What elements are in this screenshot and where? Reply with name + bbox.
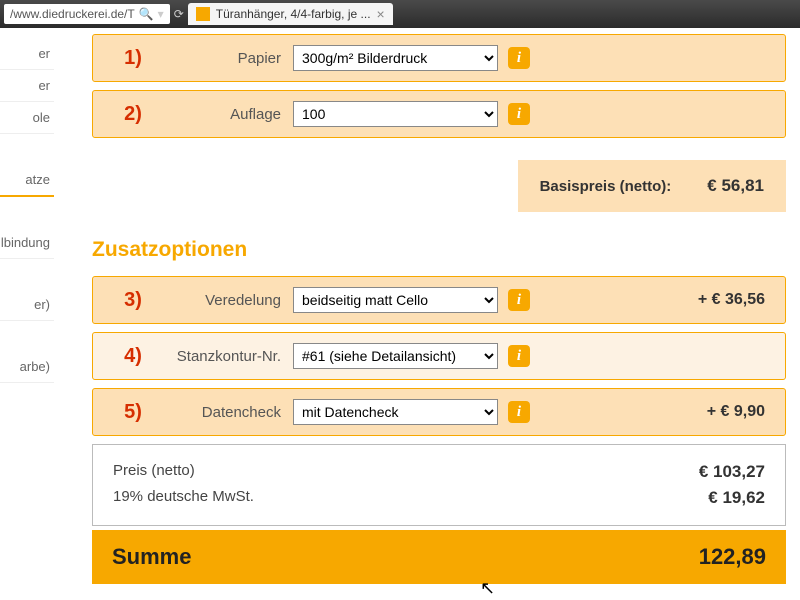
section-title-extras: Zusatzoptionen [92, 238, 786, 262]
datacheck-select[interactable]: mit Datencheck [293, 399, 498, 425]
sidebar: er er ole atze lbindung er) arbe) [0, 28, 54, 600]
sidebar-item[interactable]: lbindung [0, 227, 54, 259]
browser-chrome: /www.diedruckerei.de/T 🔍 ▾ ⟳ Türanhänger… [0, 0, 800, 28]
viewport: er er ole atze lbindung er) arbe) 1) Pap… [0, 28, 800, 600]
base-price-label: Basispreis (netto): [540, 178, 672, 195]
total-value: 122,89 [699, 544, 766, 570]
config-row-diecut: 4) Stanzkontur-Nr. #61 (siehe Detailansi… [92, 332, 786, 380]
info-icon[interactable]: i [508, 47, 530, 69]
total-bar: Summe 122,89 [92, 530, 786, 584]
url-text: /www.diedruckerei.de/T [10, 7, 135, 21]
step-number: 4) [93, 345, 173, 368]
finishing-select[interactable]: beidseitig matt Cello [293, 287, 498, 313]
price-summary: Preis (netto) € 103,27 19% deutsche MwSt… [92, 444, 786, 526]
sidebar-item[interactable]: er [0, 38, 54, 70]
option-price: + € 9,90 [707, 403, 773, 421]
step-number: 3) [93, 289, 173, 312]
base-price-box: Basispreis (netto): € 56,81 [518, 160, 786, 212]
favicon-icon [196, 7, 210, 21]
base-price-value: € 56,81 [707, 176, 764, 196]
vat-value: € 19,62 [708, 488, 765, 508]
diecut-select[interactable]: #61 (siehe Detailansicht) [293, 343, 498, 369]
sidebar-item[interactable]: arbe) [0, 351, 54, 383]
sidebar-item[interactable]: er) [0, 289, 54, 321]
config-row-datacheck: 5) Datencheck mit Datencheck i + € 9,90 [92, 388, 786, 436]
dropdown-icon[interactable]: ▾ [158, 7, 164, 21]
field-label: Veredelung [173, 292, 293, 309]
field-label: Papier [173, 50, 293, 67]
sidebar-item[interactable]: er [0, 70, 54, 102]
total-label: Summe [112, 544, 191, 570]
info-icon[interactable]: i [508, 401, 530, 423]
info-icon[interactable]: i [508, 103, 530, 125]
refresh-icon[interactable]: ⟳ [174, 7, 184, 21]
net-price-value: € 103,27 [699, 462, 765, 482]
option-price: + € 36,56 [698, 291, 773, 309]
step-number: 5) [93, 401, 173, 424]
close-icon[interactable]: × [377, 6, 385, 22]
step-number: 2) [93, 103, 173, 126]
config-row-finishing: 3) Veredelung beidseitig matt Cello i + … [92, 276, 786, 324]
vat-label: 19% deutsche MwSt. [113, 488, 254, 508]
quantity-select[interactable]: 100 [293, 101, 498, 127]
net-price-label: Preis (netto) [113, 462, 195, 482]
main-content: 1) Papier 300g/m² Bilderdruck i 2) Aufla… [54, 28, 800, 600]
info-icon[interactable]: i [508, 345, 530, 367]
sidebar-item[interactable]: atze [0, 164, 54, 197]
browser-tab[interactable]: Türanhänger, 4/4-farbig, je ... × [188, 3, 393, 25]
config-row-quantity: 2) Auflage 100 i [92, 90, 786, 138]
field-label: Datencheck [173, 404, 293, 421]
paper-select[interactable]: 300g/m² Bilderdruck [293, 45, 498, 71]
field-label: Auflage [173, 106, 293, 123]
field-label: Stanzkontur-Nr. [173, 348, 293, 365]
sidebar-item[interactable]: ole [0, 102, 54, 134]
search-icon[interactable]: 🔍 [139, 7, 154, 21]
info-icon[interactable]: i [508, 289, 530, 311]
step-number: 1) [93, 47, 173, 70]
address-bar[interactable]: /www.diedruckerei.de/T 🔍 ▾ [4, 4, 170, 24]
config-row-paper: 1) Papier 300g/m² Bilderdruck i [92, 34, 786, 82]
tab-title: Türanhänger, 4/4-farbig, je ... [216, 7, 371, 21]
